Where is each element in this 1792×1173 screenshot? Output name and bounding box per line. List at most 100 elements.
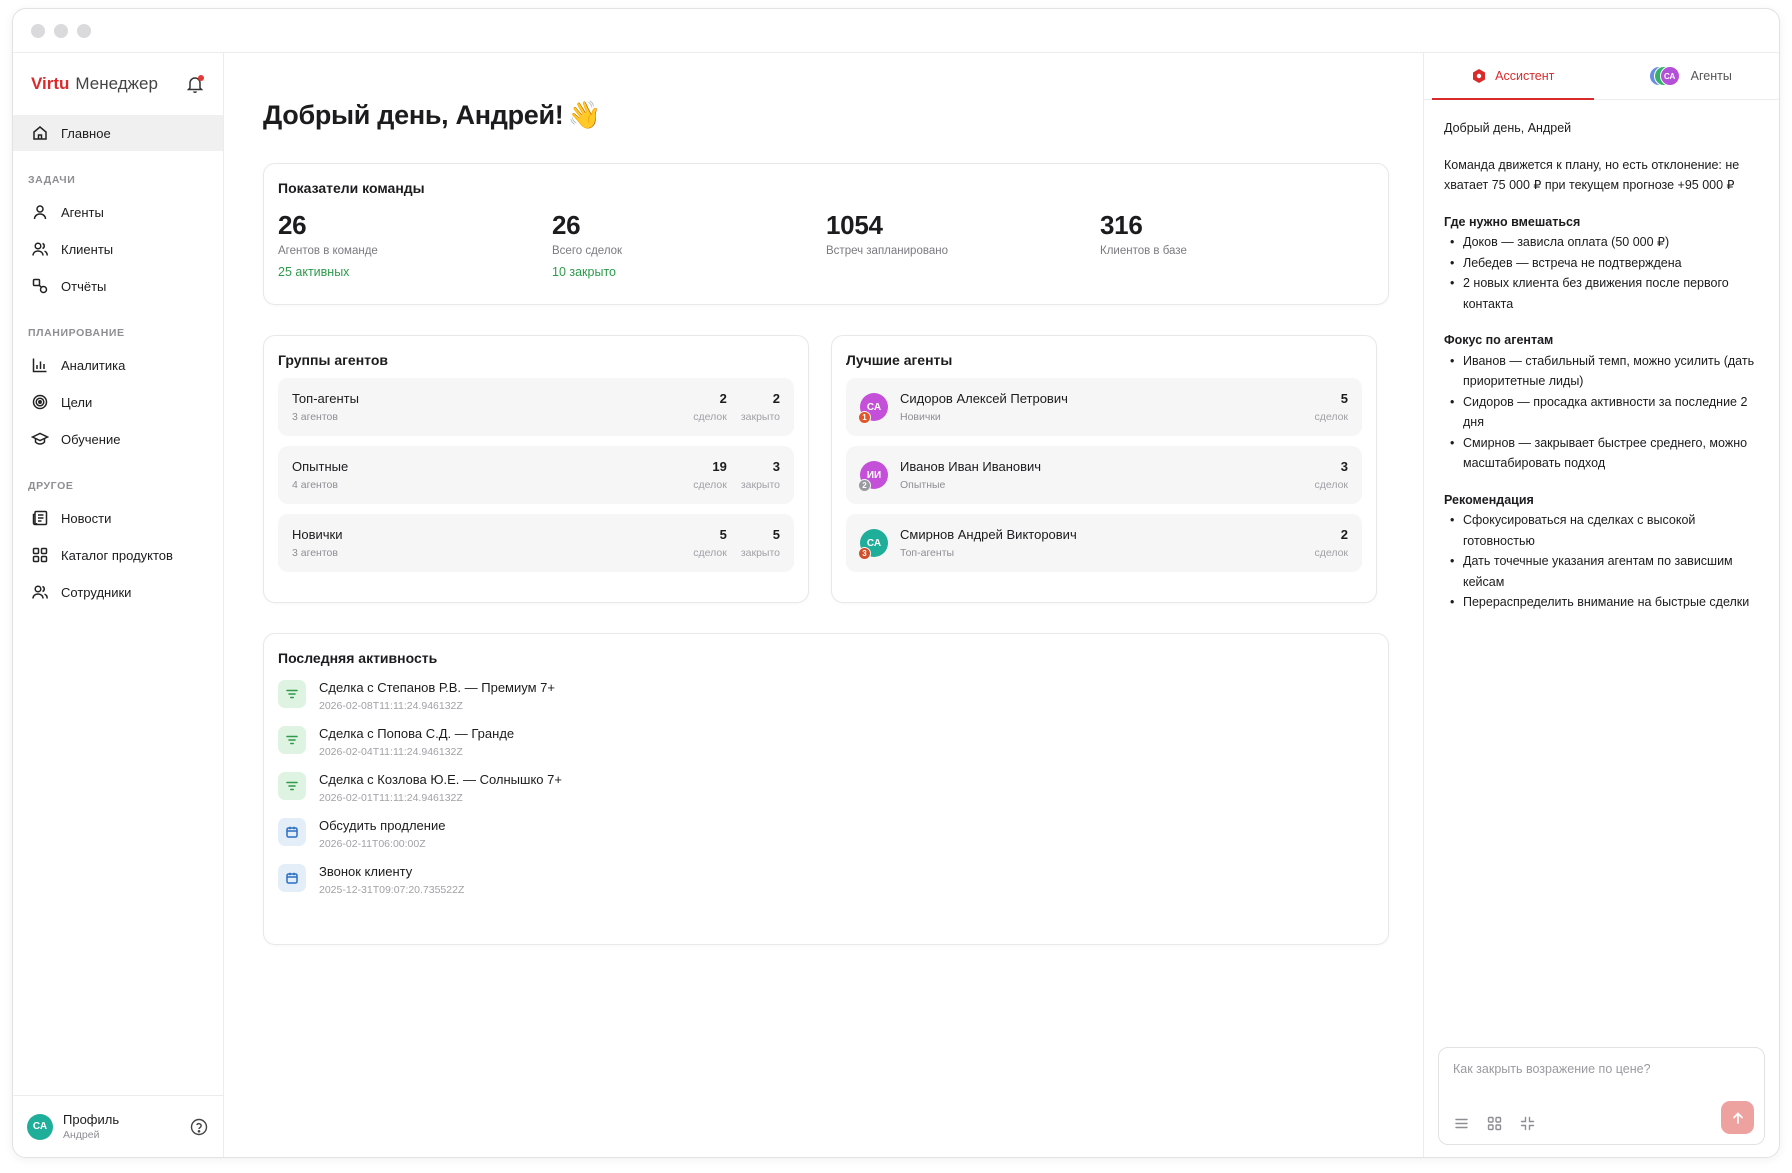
sidebar-item-reports[interactable]: Отчёты <box>13 268 223 304</box>
deals-value: 3 <box>1340 459 1348 474</box>
bullet-item: Лебедев — встреча не подтверждена <box>1444 253 1759 274</box>
deals-label: сделок <box>1314 479 1348 491</box>
sidebar-item-home[interactable]: Главное <box>13 115 223 151</box>
bell-icon[interactable] <box>185 74 205 94</box>
deals-value: 2 <box>719 391 727 406</box>
bar-chart-icon <box>32 358 47 373</box>
closed-value: 2 <box>772 391 780 406</box>
bullet-item: Перераспределить внимание на быстрые сде… <box>1444 592 1759 613</box>
activity-item[interactable]: Сделка с Козлова Ю.Е. — Солнышко 7+ 2026… <box>278 772 1374 804</box>
deals-label: сделок <box>693 479 727 491</box>
deals-label: сделок <box>693 411 727 423</box>
user-icon <box>33 205 47 220</box>
metric-label: Клиентов в базе <box>1100 245 1187 257</box>
group-item-newbies[interactable]: Новички 3 агентов 5 сделок 5 закрыто <box>278 514 794 572</box>
section-label-other: ДРУГОЕ <box>28 480 74 492</box>
metric-agents: 26 Агентов в команде 25 активных <box>278 210 552 279</box>
tab-assistant[interactable]: Ассистент <box>1424 53 1602 100</box>
home-icon <box>33 126 47 140</box>
agents-avatar-stack: СА <box>1648 66 1683 86</box>
profile-name: Профиль <box>63 1112 120 1127</box>
window-maximize-button[interactable] <box>77 23 91 38</box>
sidebar-item-analytics[interactable]: Аналитика <box>13 347 223 383</box>
avatar: СА <box>1659 66 1680 86</box>
section-heading: Где нужно вмешаться <box>1444 214 1581 229</box>
activity-item[interactable]: Звонок клиенту 2025-12-31T09:07:20.73552… <box>278 864 1374 896</box>
users-icon <box>32 242 48 256</box>
sidebar-item-label: Цели <box>61 394 93 410</box>
sidebar-item-clients[interactable]: Клиенты <box>13 231 223 267</box>
sidebar-item-label: Отчёты <box>61 278 107 294</box>
agent-name: Сидоров Алексей Петрович <box>900 391 1068 406</box>
metric-value: 316 <box>1100 210 1143 240</box>
sidebar-item-training[interactable]: Обучение <box>13 421 223 457</box>
best-agent-item[interactable]: СА 1 Сидоров Алексей Петрович Новички 5 с… <box>846 378 1362 436</box>
group-item-experienced[interactable]: Опытные 4 агентов 19 сделок 3 закрыто <box>278 446 794 504</box>
deals-value: 2 <box>1340 527 1348 542</box>
metric-label: Агентов в команде <box>278 245 378 257</box>
activity-date: 2026-02-08T11:11:24.946132Z <box>319 700 463 712</box>
app-window: Virtu Менеджер Главное ЗАДАЧИ Агенты Кли… <box>12 8 1780 1158</box>
agent-name: Иванов Иван Иванович <box>900 459 1042 474</box>
metric-value: 26 <box>278 210 307 240</box>
send-button[interactable] <box>1721 1101 1754 1134</box>
agent-groups-card: Группы агентов Топ-агенты 3 агентов 2 сде… <box>263 335 809 603</box>
sidebar-item-employees[interactable]: Сотрудники <box>13 574 223 610</box>
closed-label: закрыто <box>740 479 780 491</box>
sidebar-item-label: Сотрудники <box>61 584 132 600</box>
card-title: Показатели команды <box>278 180 425 196</box>
best-agent-item[interactable]: ИИ 2 Иванов Иван Иванович Опытные 3 сдело… <box>846 446 1362 504</box>
avatar-initials: ИИ <box>866 469 882 481</box>
group-item-top[interactable]: Топ-агенты 3 агентов 2 сделок 2 закрыто <box>278 378 794 436</box>
avatar-initials: СА <box>866 401 882 413</box>
activity-date: 2026-02-11T06:00:00Z <box>319 838 426 850</box>
graduation-cap-icon <box>31 432 49 445</box>
deals-value: 19 <box>712 459 727 474</box>
window-close-button[interactable] <box>31 23 45 38</box>
main-content: Добрый день, Андрей! 👋 Показатели команд… <box>225 53 1425 1157</box>
grid-icon <box>32 547 48 563</box>
calendar-icon <box>278 864 306 892</box>
collapse-icon[interactable] <box>1519 1115 1536 1132</box>
sidebar-item-news[interactable]: Новости <box>13 500 223 536</box>
notification-badge <box>198 75 204 81</box>
list-icon[interactable] <box>1453 1115 1470 1132</box>
bullet-item: Доков — зависла оплата (50 000 ₽) <box>1444 232 1759 253</box>
sidebar-item-label: Каталог продуктов <box>61 547 173 563</box>
sidebar-item-goals[interactable]: Цели <box>13 384 223 420</box>
window-minimize-button[interactable] <box>54 23 68 38</box>
profile-section[interactable]: СА Профиль Андрей <box>13 1095 223 1157</box>
sidebar-item-catalog[interactable]: Каталог продуктов <box>13 537 223 573</box>
assistant-greeting: Добрый день, Андрей <box>1444 121 1572 135</box>
best-agent-item[interactable]: СА 3 Смирнов Андрей Викторович Топ-агент… <box>846 514 1362 572</box>
profile-username: Андрей <box>63 1129 100 1141</box>
activity-item[interactable]: Обсудить продление 2026-02-11T06:00:00Z <box>278 818 1374 850</box>
activity-item[interactable]: Сделка с Попова С.Д. — Гранде 2026-02-04… <box>278 726 1374 758</box>
filter-icon <box>278 680 306 708</box>
activity-title: Сделка с Степанов Р.В. — Премиум 7+ <box>319 680 555 695</box>
reports-icon <box>32 278 48 294</box>
group-count: 4 агентов <box>292 479 338 491</box>
help-icon[interactable] <box>189 1117 209 1137</box>
metric-clients: 316 Клиентов в базе <box>1100 210 1374 279</box>
grid-icon[interactable] <box>1486 1115 1503 1132</box>
bullet-item: Иванов — стабильный темп, можно усилить … <box>1444 351 1759 392</box>
group-name: Топ-агенты <box>292 391 359 406</box>
recent-activity-card: Последняя активность Сделка с Степанов Р… <box>263 633 1389 945</box>
sidebar-item-agents[interactable]: Агенты <box>13 194 223 230</box>
section-label-planning: ПЛАНИРОВАНИЕ <box>28 327 125 339</box>
activity-title: Сделка с Козлова Ю.Е. — Солнышко 7+ <box>319 772 562 787</box>
closed-label: закрыто <box>740 547 780 559</box>
bullet-item: Дать точечные указания агентам по зависш… <box>1444 551 1759 592</box>
title-bar <box>13 9 1779 53</box>
deals-label: сделок <box>1314 547 1348 559</box>
brand-logo: Virtu <box>31 74 70 93</box>
tab-agents[interactable]: СА Агенты <box>1602 53 1780 99</box>
sidebar-item-label: Новости <box>61 510 112 526</box>
activity-item[interactable]: Сделка с Степанов Р.В. — Премиум 7+ 2026… <box>278 680 1374 712</box>
avatar: СА <box>27 1113 53 1140</box>
chat-input[interactable] <box>1453 1062 1750 1076</box>
chat-composer <box>1438 1047 1765 1145</box>
group-count: 3 агентов <box>292 547 338 559</box>
bullet-item: Сфокусироваться на сделках с высокой гот… <box>1444 510 1759 551</box>
